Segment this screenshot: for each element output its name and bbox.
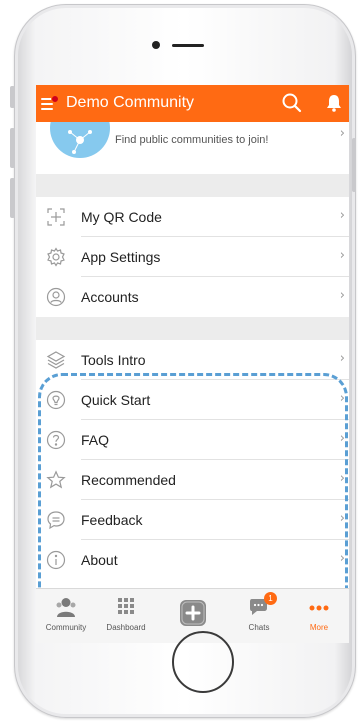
tab-chats[interactable]: 1 Chats — [229, 589, 289, 643]
section-divider — [36, 317, 349, 340]
star-icon — [46, 470, 66, 490]
question-circle-icon — [46, 430, 66, 450]
front-camera — [152, 41, 160, 49]
app-screen: Demo Community Find public communities t… — [36, 85, 349, 643]
item-label: Feedback — [81, 512, 143, 528]
tab-label: Community — [45, 623, 87, 632]
bell-icon[interactable] — [324, 93, 344, 113]
item-label: Tools Intro — [81, 352, 146, 368]
plus-icon — [179, 599, 207, 627]
item-label: Accounts — [81, 289, 139, 305]
item-label: FAQ — [81, 432, 110, 448]
recommended-item[interactable]: Recommended › — [36, 460, 349, 500]
home-button[interactable] — [172, 631, 234, 693]
app-title: Demo Community — [66, 94, 195, 111]
item-label: About — [81, 552, 118, 568]
gear-icon — [46, 247, 66, 267]
about-item[interactable]: About › — [36, 540, 349, 580]
section-divider — [36, 174, 349, 197]
app-settings-item[interactable]: App Settings › — [36, 237, 349, 277]
quick-start-item[interactable]: Quick Start › — [36, 380, 349, 420]
people-icon — [54, 596, 78, 618]
search-icon[interactable] — [281, 92, 303, 114]
item-label: Quick Start — [81, 392, 151, 408]
chevron-right-icon: › — [339, 511, 345, 526]
chevron-right-icon: › — [339, 288, 345, 303]
item-label: App Settings — [81, 249, 161, 265]
mute-switch — [10, 86, 15, 108]
power-button — [352, 138, 356, 192]
menu-icon[interactable] — [41, 95, 59, 111]
item-label: My QR Code — [81, 209, 162, 225]
tab-dashboard[interactable]: Dashboard — [96, 589, 156, 643]
volume-up-button — [10, 128, 15, 168]
info-circle-icon — [46, 550, 66, 570]
chevron-right-icon: › — [339, 126, 345, 141]
earpiece-speaker — [172, 44, 204, 47]
tab-more[interactable]: More — [289, 589, 349, 643]
tab-label: Chats — [248, 623, 270, 632]
item-label: Recommended — [81, 472, 176, 488]
faq-item[interactable]: FAQ › — [36, 420, 349, 460]
discover-text: Find public communities to join! — [115, 134, 269, 146]
my-qr-code-item[interactable]: My QR Code › — [36, 197, 349, 237]
feedback-item[interactable]: Feedback › — [36, 500, 349, 540]
chevron-right-icon: › — [339, 471, 345, 486]
lightbulb-icon — [46, 390, 66, 410]
chevron-right-icon: › — [339, 431, 345, 446]
chevron-right-icon: › — [339, 551, 345, 566]
notification-dot — [51, 95, 59, 103]
more-dots-icon — [307, 596, 331, 618]
volume-down-button — [10, 178, 15, 218]
accounts-item[interactable]: Accounts › — [36, 277, 349, 317]
user-circle-icon — [46, 287, 66, 307]
grid-icon — [114, 596, 138, 618]
chevron-right-icon: › — [339, 351, 345, 366]
app-header: Demo Community — [36, 85, 349, 122]
chevron-right-icon: › — [339, 248, 345, 263]
chevron-right-icon: › — [339, 208, 345, 223]
discover-icon — [50, 122, 110, 158]
unread-badge: 1 — [264, 592, 277, 605]
tab-label: More — [309, 623, 329, 632]
qr-code-icon — [46, 207, 66, 227]
layers-icon — [46, 350, 66, 370]
chevron-right-icon: › — [339, 391, 345, 406]
discover-communities-row[interactable]: Find public communities to join! › — [36, 122, 349, 174]
tools-intro-item[interactable]: Tools Intro › — [36, 340, 349, 380]
tab-label: Dashboard — [106, 623, 146, 632]
chat-bubble-icon — [46, 510, 66, 530]
more-menu-list[interactable]: Find public communities to join! › My QR… — [36, 122, 349, 588]
tab-community[interactable]: Community — [36, 589, 96, 643]
